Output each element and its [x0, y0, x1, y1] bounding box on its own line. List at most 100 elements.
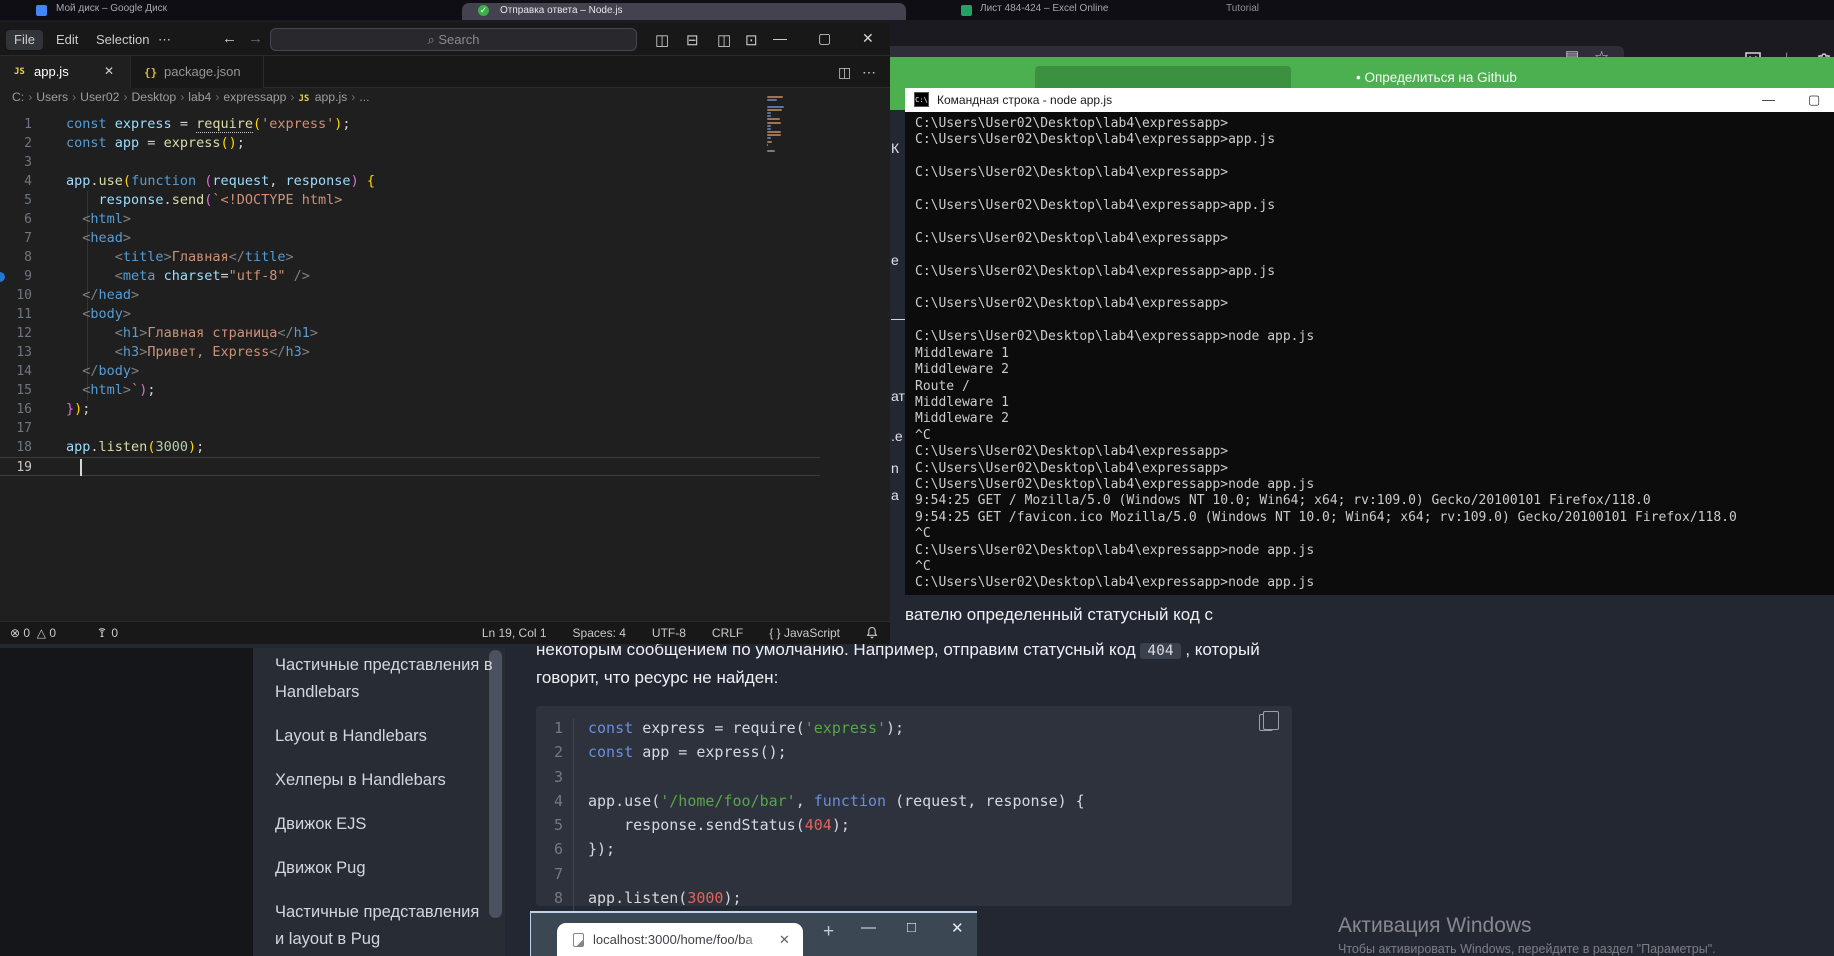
line-number: 5 [0, 191, 46, 210]
cursor-position[interactable]: Ln 19, Col 1 [482, 626, 547, 642]
line-text: </head> [46, 286, 139, 305]
code-line[interactable]: 12 <h1>Главная страница</h1> [0, 324, 820, 343]
minimize-button[interactable]: — [773, 30, 787, 46]
menu-edit[interactable]: Edit [48, 30, 86, 50]
vscode-statusbar: ⊗ 0 △ 0 0 Ln 19, Col 1 Spaces: 4 UTF-8 C… [0, 621, 890, 644]
minimize-button[interactable]: — [861, 919, 876, 936]
editor-more-actions-icon[interactable]: ⋯ [862, 64, 876, 81]
command-center-search[interactable]: ⌕ Search [270, 28, 637, 51]
code-line[interactable]: 7 <head> [0, 229, 820, 248]
code-line[interactable]: 17 [0, 419, 820, 438]
text-cursor [80, 459, 82, 476]
code-line[interactable]: 8 <title>Главная</title> [0, 248, 820, 267]
breadcrumb-separator: › [211, 90, 223, 104]
code-line[interactable]: 6 <html> [0, 210, 820, 229]
code-line[interactable]: 10 </head> [0, 286, 820, 305]
minimap-line [767, 150, 775, 152]
code-line[interactable]: 1const express = require('express'); [0, 115, 820, 134]
cmd-line [915, 247, 1737, 263]
code-line[interactable]: 16}); [0, 400, 820, 419]
cmd-line: C:\Users\User02\Desktop\lab4\expressapp>… [915, 198, 1737, 214]
tab-strip-right-text: Tutorial [1226, 3, 1259, 14]
minimap[interactable] [767, 96, 797, 157]
code-line[interactable]: 9 <meta charset="utf-8" /> [0, 267, 820, 286]
new-tab-button[interactable]: + [823, 921, 834, 943]
github-link[interactable]: • Определиться на Github [1356, 70, 1517, 85]
sidebar-item[interactable]: Движок Pug [275, 855, 493, 882]
minimize-button[interactable]: — [1762, 92, 1775, 107]
code-line[interactable]: 18app.listen(3000); [0, 438, 820, 457]
indentation[interactable]: Spaces: 4 [573, 626, 626, 642]
page-left-gutter [0, 648, 253, 956]
sidebar-item[interactable]: Layout в Handlebars [275, 723, 493, 750]
breadcrumb[interactable]: C:›Users›User02›Desktop›lab4›expressapp›… [12, 90, 370, 104]
tab-app-js[interactable]: JS app.js ✕ [0, 56, 131, 88]
breadcrumb-item[interactable]: expressapp [223, 90, 286, 104]
breadcrumb-item[interactable]: Users [36, 90, 68, 104]
line-text: <body> [46, 305, 131, 324]
sidebar-item[interactable]: Хелперы в Handlebars [275, 767, 493, 794]
cmd-output[interactable]: C:\Users\User02\Desktop\lab4\expressapp>… [915, 116, 1737, 592]
copy-code-icon[interactable] [1259, 714, 1273, 731]
line-text [574, 768, 588, 792]
nav-back-icon[interactable]: ← [222, 30, 237, 47]
language-mode[interactable]: { } JavaScript [769, 626, 840, 642]
mini-browser-tab[interactable]: localhost:3000/home/foo/ba ✕ [557, 923, 803, 956]
maximize-button[interactable]: ▢ [1808, 92, 1820, 108]
sidebar-item[interactable]: Частичные представления и layout в Pug [275, 899, 493, 953]
line-number: 4 [0, 172, 46, 191]
breadcrumb-separator: › [68, 90, 80, 104]
breadcrumb-item[interactable]: app.js [315, 90, 348, 104]
code-line[interactable]: 3 [0, 153, 820, 172]
cmd-line: C:\Users\User02\Desktop\lab4\expressapp> [915, 296, 1737, 312]
menu-more[interactable]: ⋯ [150, 30, 179, 50]
breadcrumb-item[interactable]: C: [12, 90, 24, 104]
eol-sequence[interactable]: CRLF [712, 626, 743, 642]
code-line[interactable]: 5 response.send(`<!DOCTYPE html> [0, 191, 820, 210]
tab-package-json[interactable]: {} package.json [131, 56, 264, 88]
close-button[interactable]: ✕ [862, 30, 874, 47]
encoding[interactable]: UTF-8 [652, 626, 686, 642]
paragraph-line-3: говорит, что ресурс не найден: [536, 668, 778, 688]
code-line[interactable]: 14 </body> [0, 362, 820, 381]
maximize-button[interactable]: □ [907, 919, 916, 936]
code-line[interactable]: 11 <body> [0, 305, 820, 324]
problems-status[interactable]: ⊗ 0 △ 0 [10, 626, 56, 640]
maximize-button[interactable]: ▢ [818, 30, 831, 47]
minimap-line [767, 144, 768, 146]
line-text: </body> [46, 362, 139, 381]
close-button[interactable]: ✕ [951, 919, 964, 937]
sidebar-item[interactable]: Частичные представления в Handlebars [275, 652, 493, 706]
code-line[interactable]: 19 [0, 457, 820, 476]
toggle-secondary-sidebar-icon[interactable]: ◫ [717, 31, 731, 49]
code-line[interactable]: 15 <html>`); [0, 381, 820, 400]
breadcrumb-item[interactable]: ... [359, 90, 369, 104]
customize-layout-icon[interactable]: ⊡ [745, 31, 758, 49]
browser-tab-3[interactable]: Лист 484-424 – Excel Online [980, 3, 1108, 14]
toggle-sidebar-icon[interactable]: ◫ [655, 31, 669, 49]
nav-forward-icon[interactable]: → [248, 30, 263, 47]
javascript-file-icon: JS [298, 94, 314, 104]
json-file-icon: {} [144, 66, 157, 79]
code-line[interactable]: 13 <h3>Привет, Express</h3> [0, 343, 820, 362]
code-editor[interactable]: 1const express = require('express');2con… [0, 115, 820, 476]
toggle-panel-icon[interactable]: ⊟ [686, 31, 699, 49]
breadcrumb-separator: › [119, 90, 131, 104]
breadcrumb-item[interactable]: User02 [80, 90, 119, 104]
ports-status[interactable]: 0 [96, 626, 118, 640]
breadcrumb-item[interactable]: lab4 [188, 90, 211, 104]
browser-tab-1[interactable]: Мой диск – Google Диск [56, 3, 167, 14]
breadcrumb-item[interactable]: Desktop [132, 90, 177, 104]
browser-tab-2[interactable]: ✓ Отправка ответа – Node.js [462, 3, 906, 20]
menu-selection[interactable]: Selection [88, 30, 157, 50]
split-editor-icon[interactable]: ◫ [838, 64, 851, 81]
close-tab-icon[interactable]: ✕ [104, 64, 114, 78]
line-text: }); [46, 400, 90, 419]
code-line[interactable]: 4app.use(function (request, response) { [0, 172, 820, 191]
tab-close-icon[interactable]: ✕ [779, 932, 790, 948]
code-line[interactable]: 2const app = express(); [0, 134, 820, 153]
notifications-bell-icon[interactable] [866, 626, 878, 642]
sidebar-item[interactable]: Движок EJS [275, 811, 493, 838]
menu-file[interactable]: File [6, 30, 43, 50]
javascript-file-icon: JS [14, 67, 25, 77]
